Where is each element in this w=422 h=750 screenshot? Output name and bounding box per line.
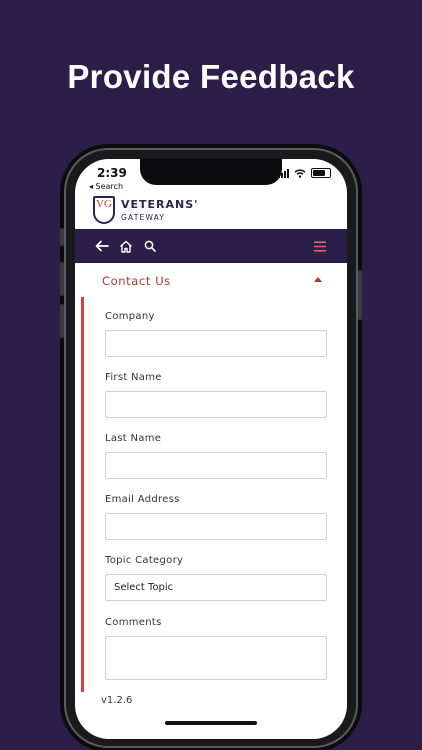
home-icon[interactable]: [117, 229, 135, 263]
power-button: [358, 270, 362, 320]
comments-textarea[interactable]: [105, 636, 327, 680]
mute-switch: [60, 228, 64, 246]
status-icons: [278, 168, 331, 178]
veterans-gateway-logo: VG: [93, 196, 115, 224]
notch: [140, 159, 282, 185]
email-input[interactable]: [105, 513, 327, 540]
topic-category-label: Topic Category: [105, 555, 184, 566]
contact-us-accordion-header[interactable]: Contact Us: [75, 263, 347, 297]
app-version: v1.2.6: [101, 695, 133, 706]
search-icon[interactable]: [141, 229, 159, 263]
brand-header: VG VETERANS' GATEWAY: [75, 193, 347, 229]
topic-category-selected: Select Topic: [114, 582, 174, 593]
cellular-signal-icon: [278, 168, 289, 178]
battery-icon: [311, 168, 331, 178]
last-name-input[interactable]: [105, 452, 327, 479]
comments-label: Comments: [105, 617, 162, 628]
topic-category-select[interactable]: Select Topic: [105, 574, 327, 601]
page-headline: Provide Feedback: [67, 58, 355, 95]
phone-screen: 2:39 ◂ Search VG VETERANS' GATEWAY Conta…: [75, 159, 347, 739]
arrow-left-icon[interactable]: [93, 229, 111, 263]
last-name-label: Last Name: [105, 433, 162, 444]
brand-name: VETERANS': [121, 198, 199, 211]
home-indicator[interactable]: [165, 721, 257, 725]
volume-down-button: [60, 304, 64, 338]
first-name-input[interactable]: [105, 391, 327, 418]
company-label: Company: [105, 311, 155, 322]
first-name-label: First Name: [105, 372, 162, 383]
contact-form: Company First Name Last Name Email Addre…: [75, 297, 347, 697]
company-input[interactable]: [105, 330, 327, 357]
hamburger-menu-icon[interactable]: [311, 229, 329, 263]
wifi-icon: [294, 168, 306, 178]
email-label: Email Address: [105, 494, 180, 505]
nav-bar: [75, 229, 347, 263]
volume-up-button: [60, 262, 64, 296]
section-indicator-rule: [81, 297, 84, 692]
caret-up-icon: [314, 277, 322, 282]
brand-subtitle: GATEWAY: [121, 213, 166, 222]
contact-us-title: Contact Us: [102, 274, 171, 288]
back-to-search-link[interactable]: ◂ Search: [89, 182, 123, 191]
status-time: 2:39: [97, 166, 127, 180]
